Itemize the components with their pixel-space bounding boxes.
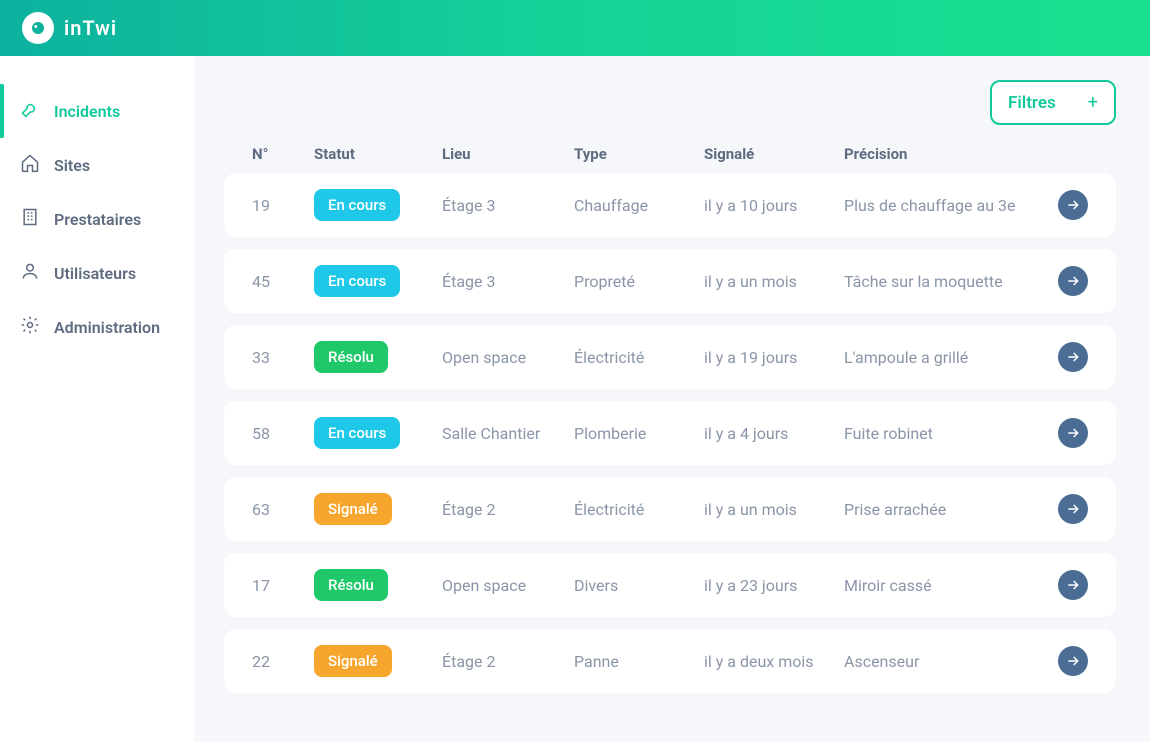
open-row-button[interactable] [1058, 266, 1088, 296]
cell-signale: il y a 4 jours [704, 424, 844, 443]
table-row[interactable]: 17Résolu Open spaceDiversil y a 23 joursM… [224, 553, 1116, 617]
table-row[interactable]: 22Signalé Étage 2Panneil y a deux moisAsc… [224, 629, 1116, 693]
sidebar-item-label: Utilisateurs [54, 264, 136, 283]
open-row-button[interactable] [1058, 570, 1088, 600]
cell-lieu: Open space [442, 348, 574, 367]
cell-num: 63 [252, 500, 314, 519]
arrow-right-icon [1065, 273, 1081, 289]
gear-icon [20, 315, 40, 339]
logo-mark-icon [22, 12, 54, 44]
open-row-button[interactable] [1058, 190, 1088, 220]
cell-precision: Prise arrachée [844, 500, 1032, 519]
cell-signale: il y a 19 jours [704, 348, 844, 367]
cell-signale: il y a deux mois [704, 652, 844, 671]
status-badge: Signalé [314, 645, 392, 677]
cell-precision: Tâche sur la moquette [844, 272, 1032, 291]
cell-precision: Plus de chauffage au 3e [844, 196, 1032, 215]
cell-type: Plomberie [574, 424, 704, 443]
col-header-num: N° [252, 145, 314, 163]
col-header-statut: Statut [314, 145, 442, 163]
main-content: Filtres + N° Statut Lieu Type Signalé Pr… [194, 56, 1150, 742]
status-badge: En cours [314, 417, 400, 449]
cell-signale: il y a 23 jours [704, 576, 844, 595]
cell-num: 17 [252, 576, 314, 595]
cell-signale: il y a un mois [704, 272, 844, 291]
sidebar-item-incidents[interactable]: Incidents [0, 84, 194, 138]
status-badge: Résolu [314, 341, 388, 373]
table-row[interactable]: 19En cours Étage 3Chauffageil y a 10 jour… [224, 173, 1116, 237]
cell-num: 33 [252, 348, 314, 367]
user-icon [20, 261, 40, 285]
cell-lieu: Étage 2 [442, 500, 574, 519]
filters-button[interactable]: Filtres + [990, 80, 1116, 125]
cell-lieu: Étage 3 [442, 272, 574, 291]
cell-num: 19 [252, 196, 314, 215]
cell-num: 45 [252, 272, 314, 291]
cell-lieu: Salle Chantier [442, 424, 574, 443]
cell-type: Chauffage [574, 196, 704, 215]
status-badge: Résolu [314, 569, 388, 601]
sidebar: Incidents Sites Prestataires Utilisateur… [0, 56, 194, 742]
status-badge: En cours [314, 189, 400, 221]
app-header: inTwi [0, 0, 1150, 56]
table-row[interactable]: 45En cours Étage 3Propretéil y a un moisT… [224, 249, 1116, 313]
wrench-icon [20, 99, 40, 123]
sidebar-item-administration[interactable]: Administration [0, 300, 194, 354]
arrow-right-icon [1065, 501, 1081, 517]
cell-lieu: Open space [442, 576, 574, 595]
home-icon [20, 153, 40, 177]
cell-precision: Fuite robinet [844, 424, 1032, 443]
arrow-right-icon [1065, 425, 1081, 441]
filters-label: Filtres [1008, 93, 1056, 113]
cell-precision: L'ampoule a grillé [844, 348, 1032, 367]
cell-type: Électricité [574, 348, 704, 367]
cell-num: 58 [252, 424, 314, 443]
cell-type: Panne [574, 652, 704, 671]
status-badge: En cours [314, 265, 400, 297]
table-header: N° Statut Lieu Type Signalé Précision [224, 145, 1116, 163]
arrow-right-icon [1065, 577, 1081, 593]
arrow-right-icon [1065, 653, 1081, 669]
sidebar-item-sites[interactable]: Sites [0, 138, 194, 192]
col-header-signale: Signalé [704, 145, 844, 163]
brand-logo[interactable]: inTwi [22, 12, 117, 44]
cell-signale: il y a un mois [704, 500, 844, 519]
sidebar-item-label: Sites [54, 156, 90, 175]
building-icon [20, 207, 40, 231]
plus-icon: + [1088, 92, 1098, 113]
table-row[interactable]: 58En cours Salle ChantierPlomberieil y a … [224, 401, 1116, 465]
cell-lieu: Étage 2 [442, 652, 574, 671]
cell-signale: il y a 10 jours [704, 196, 844, 215]
cell-type: Propreté [574, 272, 704, 291]
cell-lieu: Étage 3 [442, 196, 574, 215]
cell-type: Divers [574, 576, 704, 595]
col-header-lieu: Lieu [442, 145, 574, 163]
col-header-precision: Précision [844, 145, 1032, 163]
open-row-button[interactable] [1058, 418, 1088, 448]
cell-type: Électricité [574, 500, 704, 519]
cell-num: 22 [252, 652, 314, 671]
cell-precision: Miroir cassé [844, 576, 1032, 595]
open-row-button[interactable] [1058, 342, 1088, 372]
sidebar-item-prestataires[interactable]: Prestataires [0, 192, 194, 246]
arrow-right-icon [1065, 349, 1081, 365]
sidebar-item-label: Administration [54, 318, 160, 337]
sidebar-item-label: Incidents [54, 102, 120, 121]
col-header-type: Type [574, 145, 704, 163]
cell-precision: Ascenseur [844, 652, 1032, 671]
arrow-right-icon [1065, 197, 1081, 213]
sidebar-item-label: Prestataires [54, 210, 141, 229]
open-row-button[interactable] [1058, 646, 1088, 676]
table-body: 19En coursÉtage 3Chauffageil y a 10 jour… [224, 173, 1116, 693]
table-row[interactable]: 33Résolu Open spaceÉlectricitéil y a 19 j… [224, 325, 1116, 389]
table-row[interactable]: 63Signalé Étage 2Électricitéil y a un moi… [224, 477, 1116, 541]
brand-name: inTwi [64, 16, 117, 40]
sidebar-item-utilisateurs[interactable]: Utilisateurs [0, 246, 194, 300]
status-badge: Signalé [314, 493, 392, 525]
toolbar: Filtres + [224, 80, 1116, 125]
open-row-button[interactable] [1058, 494, 1088, 524]
